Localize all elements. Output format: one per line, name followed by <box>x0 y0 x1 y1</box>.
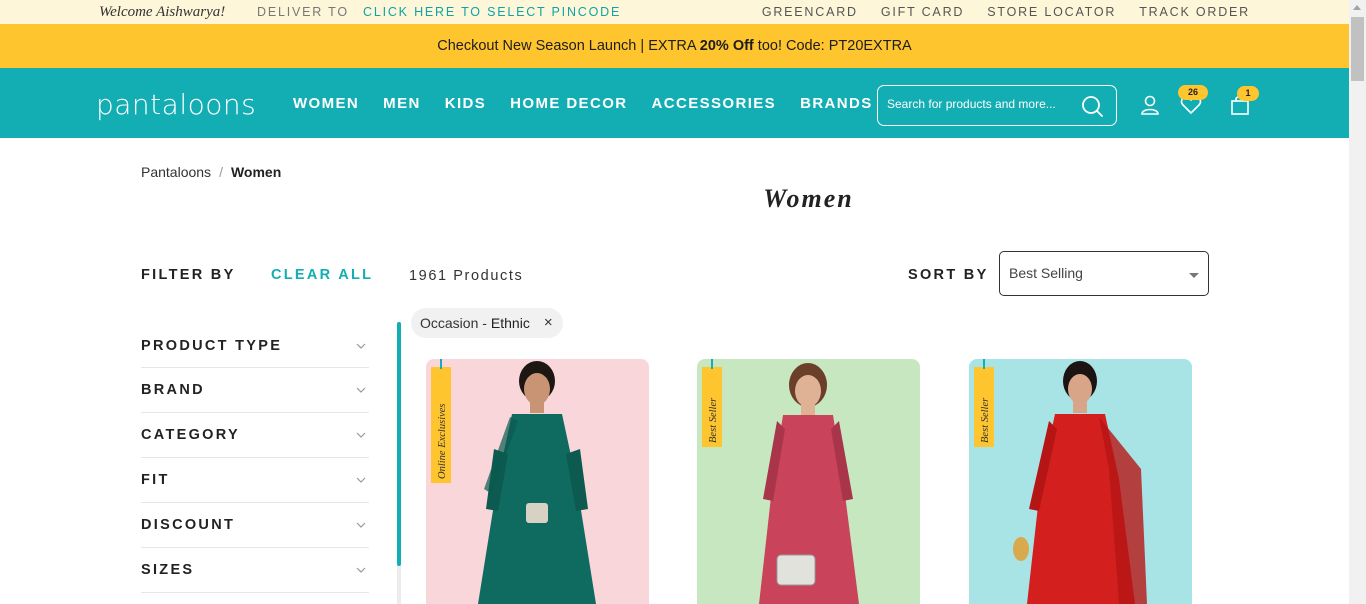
search-input[interactable] <box>887 97 1077 111</box>
page-title: Women <box>763 184 854 213</box>
store-locator-link[interactable]: STORE LOCATOR <box>987 5 1116 19</box>
breadcrumb-current: Women <box>230 164 282 180</box>
page-scrollbar[interactable] <box>1349 0 1366 604</box>
product-card[interactable]: Best Seller <box>697 359 920 604</box>
scroll-up-arrow-icon[interactable] <box>1353 5 1361 10</box>
nav-accessories[interactable]: ACCESSORIES <box>652 95 777 112</box>
chevron-down-icon <box>356 522 366 528</box>
promo-highlight: 20% Off <box>699 38 754 54</box>
track-order-link[interactable]: TRACK ORDER <box>1139 5 1250 19</box>
breadcrumb-home-link[interactable]: Pantaloons <box>141 164 211 180</box>
deliver-to-label: DELIVER TO <box>257 5 349 19</box>
chevron-down-icon <box>356 387 366 393</box>
filter-label: PRODUCT TYPE <box>141 337 283 354</box>
promo-banner[interactable]: Checkout New Season Launch | EXTRA 20% O… <box>0 24 1349 68</box>
filter-label: DISCOUNT <box>141 517 236 533</box>
filter-product-type[interactable]: PRODUCT TYPE <box>141 324 369 368</box>
chevron-down-icon <box>356 343 366 349</box>
dropdown-caret-icon <box>1189 273 1199 278</box>
product-tag: Online Exclusives <box>431 359 451 483</box>
greencard-link[interactable]: GREENCARD <box>762 5 858 19</box>
nav-women[interactable]: WOMEN <box>293 95 359 112</box>
wishlist-count-badge: 26 <box>1178 85 1208 100</box>
tag-string <box>711 359 713 369</box>
nav-men[interactable]: MEN <box>383 95 421 112</box>
product-image[interactable] <box>969 359 1192 604</box>
filter-label: FIT <box>141 472 170 488</box>
utility-bar: Welcome Aishwarya! DELIVER TO CLICK HERE… <box>0 0 1349 24</box>
product-card[interactable]: Online Exclusives <box>426 359 649 604</box>
gift-card-link[interactable]: GIFT CARD <box>881 5 964 19</box>
search-icon[interactable] <box>1081 95 1103 117</box>
chip-label: Occasion - <box>420 315 487 331</box>
cart-count-badge: 1 <box>1237 86 1259 101</box>
product-tag: Best Seller <box>974 359 994 447</box>
filter-fit[interactable]: FIT <box>141 458 369 503</box>
sort-select[interactable]: Best Selling <box>999 251 1209 296</box>
nav-brands[interactable]: BRANDS <box>800 95 873 112</box>
chevron-down-icon <box>356 432 366 438</box>
user-icon[interactable] <box>1139 94 1161 116</box>
search-box <box>877 85 1117 126</box>
utility-links: GREENCARD GIFT CARD STORE LOCATOR TRACK … <box>762 5 1250 19</box>
filter-sizes[interactable]: SIZES <box>141 548 369 593</box>
breadcrumb: Pantaloons / Women <box>141 164 281 180</box>
chevron-down-icon <box>356 477 366 483</box>
sort-selected-value: Best Selling <box>1009 265 1083 281</box>
main-header: pantaloons WOMEN MEN KIDS HOME DECOR ACC… <box>0 68 1349 138</box>
filter-label: CATEGORY <box>141 427 240 443</box>
welcome-message: Welcome Aishwarya! <box>99 4 226 20</box>
chip-value: Ethnic <box>490 315 530 331</box>
filter-by-label: FILTER BY <box>141 267 236 283</box>
product-image[interactable] <box>697 359 920 604</box>
filter-brand[interactable]: BRAND <box>141 368 369 413</box>
page-scrollbar-thumb[interactable] <box>1351 17 1364 81</box>
filter-category[interactable]: CATEGORY <box>141 413 369 458</box>
select-pincode-link[interactable]: CLICK HERE TO SELECT PINCODE <box>363 5 621 19</box>
filter-label: BRAND <box>141 382 205 398</box>
product-tag-label: Best Seller <box>708 397 719 443</box>
clear-all-button[interactable]: CLEAR ALL <box>271 267 373 283</box>
nav-home-decor[interactable]: HOME DECOR <box>510 95 627 112</box>
main-nav: WOMEN MEN KIDS HOME DECOR ACCESSORIES BR… <box>293 95 873 112</box>
filter-discount[interactable]: DISCOUNT <box>141 503 369 548</box>
pantaloons-logo[interactable]: pantaloons <box>96 88 256 121</box>
product-tag-label: Best Seller <box>980 397 991 443</box>
product-image[interactable] <box>426 359 649 604</box>
product-tag: Best Seller <box>702 359 722 447</box>
product-count: 1961 Products <box>409 268 524 284</box>
product-tag-label: Online Exclusives <box>437 403 448 479</box>
product-scroll-thumb[interactable] <box>397 322 401 566</box>
filter-sidebar: PRODUCT TYPE BRAND CATEGORY FIT DISCOUNT… <box>141 324 369 593</box>
breadcrumb-separator: / <box>219 164 223 180</box>
sort-by-label: SORT BY <box>908 267 989 283</box>
remove-filter-close-icon[interactable]: × <box>544 308 553 338</box>
tag-string <box>440 359 442 369</box>
promo-text-suffix: too! Code: PT20EXTRA <box>753 38 912 54</box>
tag-string <box>983 359 985 369</box>
active-filter-chip: Occasion - Ethnic × <box>411 308 563 338</box>
promo-text-prefix: Checkout New Season Launch | EXTRA <box>437 38 700 54</box>
filter-label: SIZES <box>141 562 195 578</box>
chevron-down-icon <box>356 567 366 573</box>
product-card[interactable]: Best Seller <box>969 359 1192 604</box>
nav-kids[interactable]: KIDS <box>445 95 486 112</box>
